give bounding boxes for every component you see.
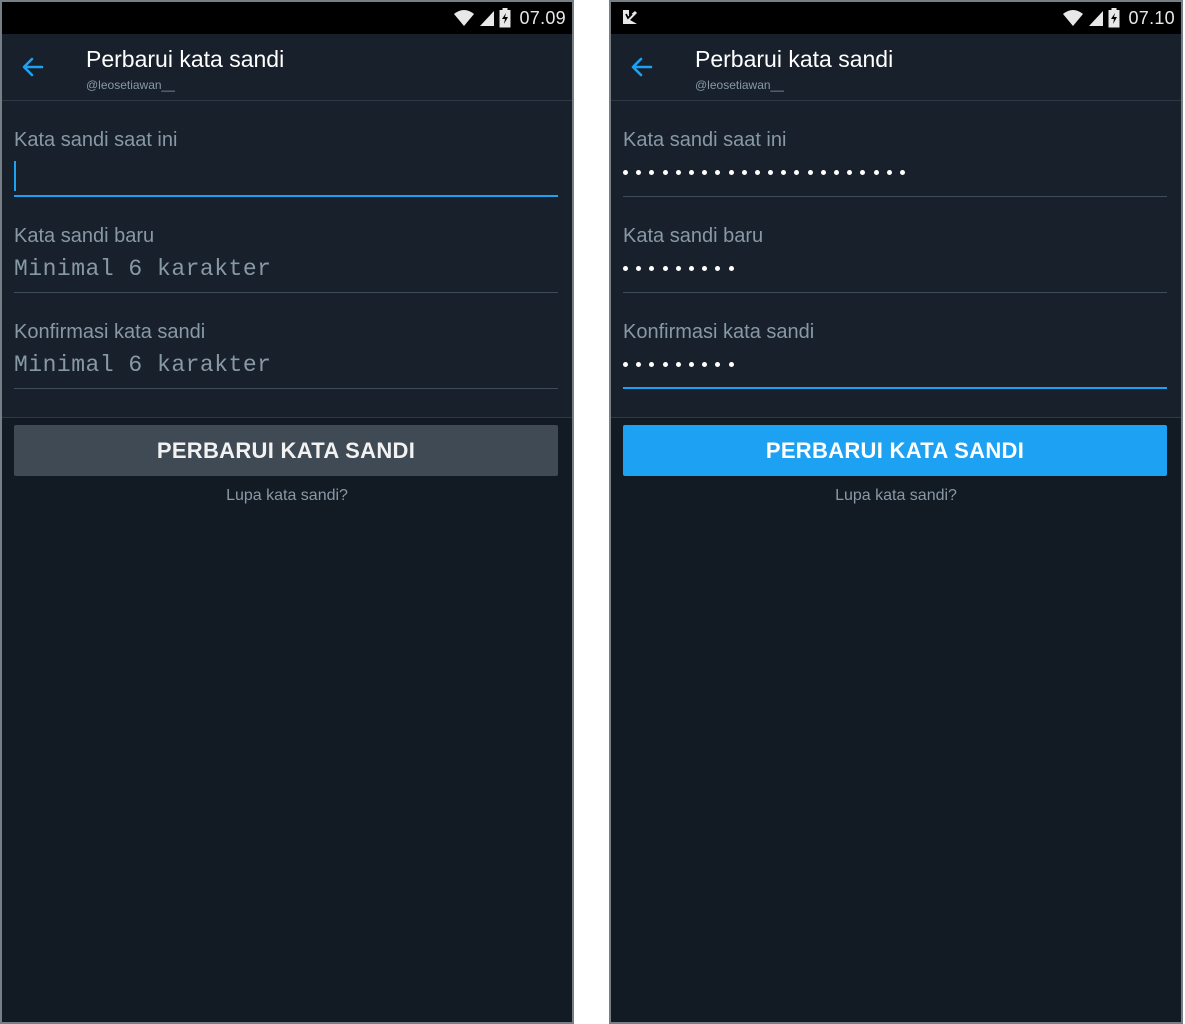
confirm-password-input[interactable] xyxy=(14,347,558,383)
update-password-button[interactable]: PERBARUI KATA SANDI xyxy=(14,425,558,476)
page-title: Perbarui kata sandi xyxy=(695,46,894,72)
new-password-masked-value[interactable] xyxy=(623,259,734,279)
battery-charging-icon xyxy=(499,8,511,28)
update-password-button[interactable]: PERBARUI KATA SANDI xyxy=(623,425,1167,476)
notification-app-icon xyxy=(623,10,637,24)
new-password-field: Kata sandi baru xyxy=(14,197,558,293)
password-mask-dot xyxy=(688,362,694,367)
field-label: Kata sandi saat ini xyxy=(623,129,787,151)
password-mask-dot xyxy=(662,266,668,271)
password-mask-dot xyxy=(623,170,628,175)
password-mask-dot xyxy=(623,362,628,367)
new-password-input[interactable] xyxy=(14,251,558,287)
field-label: Kata sandi baru xyxy=(623,225,764,247)
password-mask-dot xyxy=(886,170,892,175)
status-time: 07.09 xyxy=(519,7,566,28)
password-mask-dot xyxy=(794,170,800,175)
password-mask-dot xyxy=(702,170,708,175)
password-mask-dot xyxy=(688,266,694,271)
confirm-password-field: Konfirmasi kata sandi xyxy=(14,293,558,389)
confirm-password-masked-value[interactable] xyxy=(623,355,734,375)
password-mask-dot xyxy=(715,266,721,271)
status-bar: 07.09 xyxy=(2,2,572,34)
current-password-field: Kata sandi saat ini xyxy=(14,101,558,197)
back-arrow-icon[interactable] xyxy=(627,54,657,80)
forgot-password-link[interactable]: Lupa kata sandi? xyxy=(2,487,572,505)
password-mask-dot xyxy=(715,170,721,175)
password-mask-dot xyxy=(768,170,774,175)
wifi-icon xyxy=(1063,10,1084,26)
wifi-icon xyxy=(454,10,475,26)
current-password-masked-value[interactable] xyxy=(623,163,905,183)
password-mask-dot xyxy=(847,170,853,175)
password-mask-dot xyxy=(702,266,708,271)
account-username: @leosetiawan__ xyxy=(695,78,784,92)
status-icons: 07.10 xyxy=(1062,2,1175,34)
signal-icon xyxy=(480,11,495,26)
password-form: Kata sandi saat ini Kata sandi baru Konf… xyxy=(611,101,1181,418)
password-mask-dot xyxy=(636,170,642,175)
password-mask-dot xyxy=(860,170,866,175)
password-mask-dot xyxy=(741,170,747,175)
password-mask-dot xyxy=(636,362,642,367)
password-mask-dot xyxy=(702,362,708,367)
password-mask-dot xyxy=(649,170,655,175)
field-label: Konfirmasi kata sandi xyxy=(623,321,815,343)
forgot-password-link[interactable]: Lupa kata sandi? xyxy=(611,487,1181,505)
password-mask-dot xyxy=(728,170,734,175)
password-mask-dot xyxy=(623,266,628,271)
app-bar: Perbarui kata sandi @leosetiawan__ xyxy=(611,34,1181,101)
password-mask-dot xyxy=(649,362,655,367)
password-mask-dot xyxy=(662,362,668,367)
field-label: Kata sandi saat ini xyxy=(14,129,178,151)
field-underline xyxy=(14,388,558,389)
password-mask-dot xyxy=(636,266,642,271)
password-mask-dot xyxy=(728,362,734,367)
status-icons: 07.09 xyxy=(453,2,566,34)
password-form: Kata sandi saat ini Kata sandi baru Konf… xyxy=(2,101,572,418)
status-bar: 07.10 xyxy=(611,2,1181,34)
password-mask-dot xyxy=(675,362,681,367)
current-password-input[interactable] xyxy=(14,155,558,191)
password-mask-dot xyxy=(807,170,813,175)
password-mask-dot xyxy=(715,362,721,367)
password-mask-dot xyxy=(688,170,694,175)
password-mask-dot xyxy=(899,170,905,175)
password-mask-dot xyxy=(781,170,787,175)
back-arrow-icon[interactable] xyxy=(18,54,48,80)
confirm-password-field[interactable]: Konfirmasi kata sandi xyxy=(623,293,1167,389)
battery-charging-icon xyxy=(1108,8,1120,28)
password-mask-dot xyxy=(675,170,681,175)
field-label: Konfirmasi kata sandi xyxy=(14,321,206,343)
password-mask-dot xyxy=(820,170,826,175)
account-username: @leosetiawan__ xyxy=(86,78,175,92)
password-mask-dot xyxy=(662,170,668,175)
field-label: Kata sandi baru xyxy=(14,225,155,247)
password-mask-dot xyxy=(873,170,879,175)
signal-icon xyxy=(1089,11,1104,26)
password-mask-dot xyxy=(754,170,760,175)
status-time: 07.10 xyxy=(1128,7,1175,28)
app-bar: Perbarui kata sandi @leosetiawan__ xyxy=(2,34,572,101)
phone-screen-right: 07.10 Perbarui kata sandi @leosetiawan__… xyxy=(609,0,1183,1024)
phone-screen-left: 07.09 Perbarui kata sandi @leosetiawan__… xyxy=(0,0,574,1024)
password-mask-dot xyxy=(728,266,734,271)
page-title: Perbarui kata sandi xyxy=(86,46,285,72)
new-password-field[interactable]: Kata sandi baru xyxy=(623,197,1167,293)
field-underline-focused xyxy=(623,387,1167,389)
password-mask-dot xyxy=(675,266,681,271)
current-password-field[interactable]: Kata sandi saat ini xyxy=(623,101,1167,197)
password-mask-dot xyxy=(834,170,839,175)
password-mask-dot xyxy=(649,266,655,271)
